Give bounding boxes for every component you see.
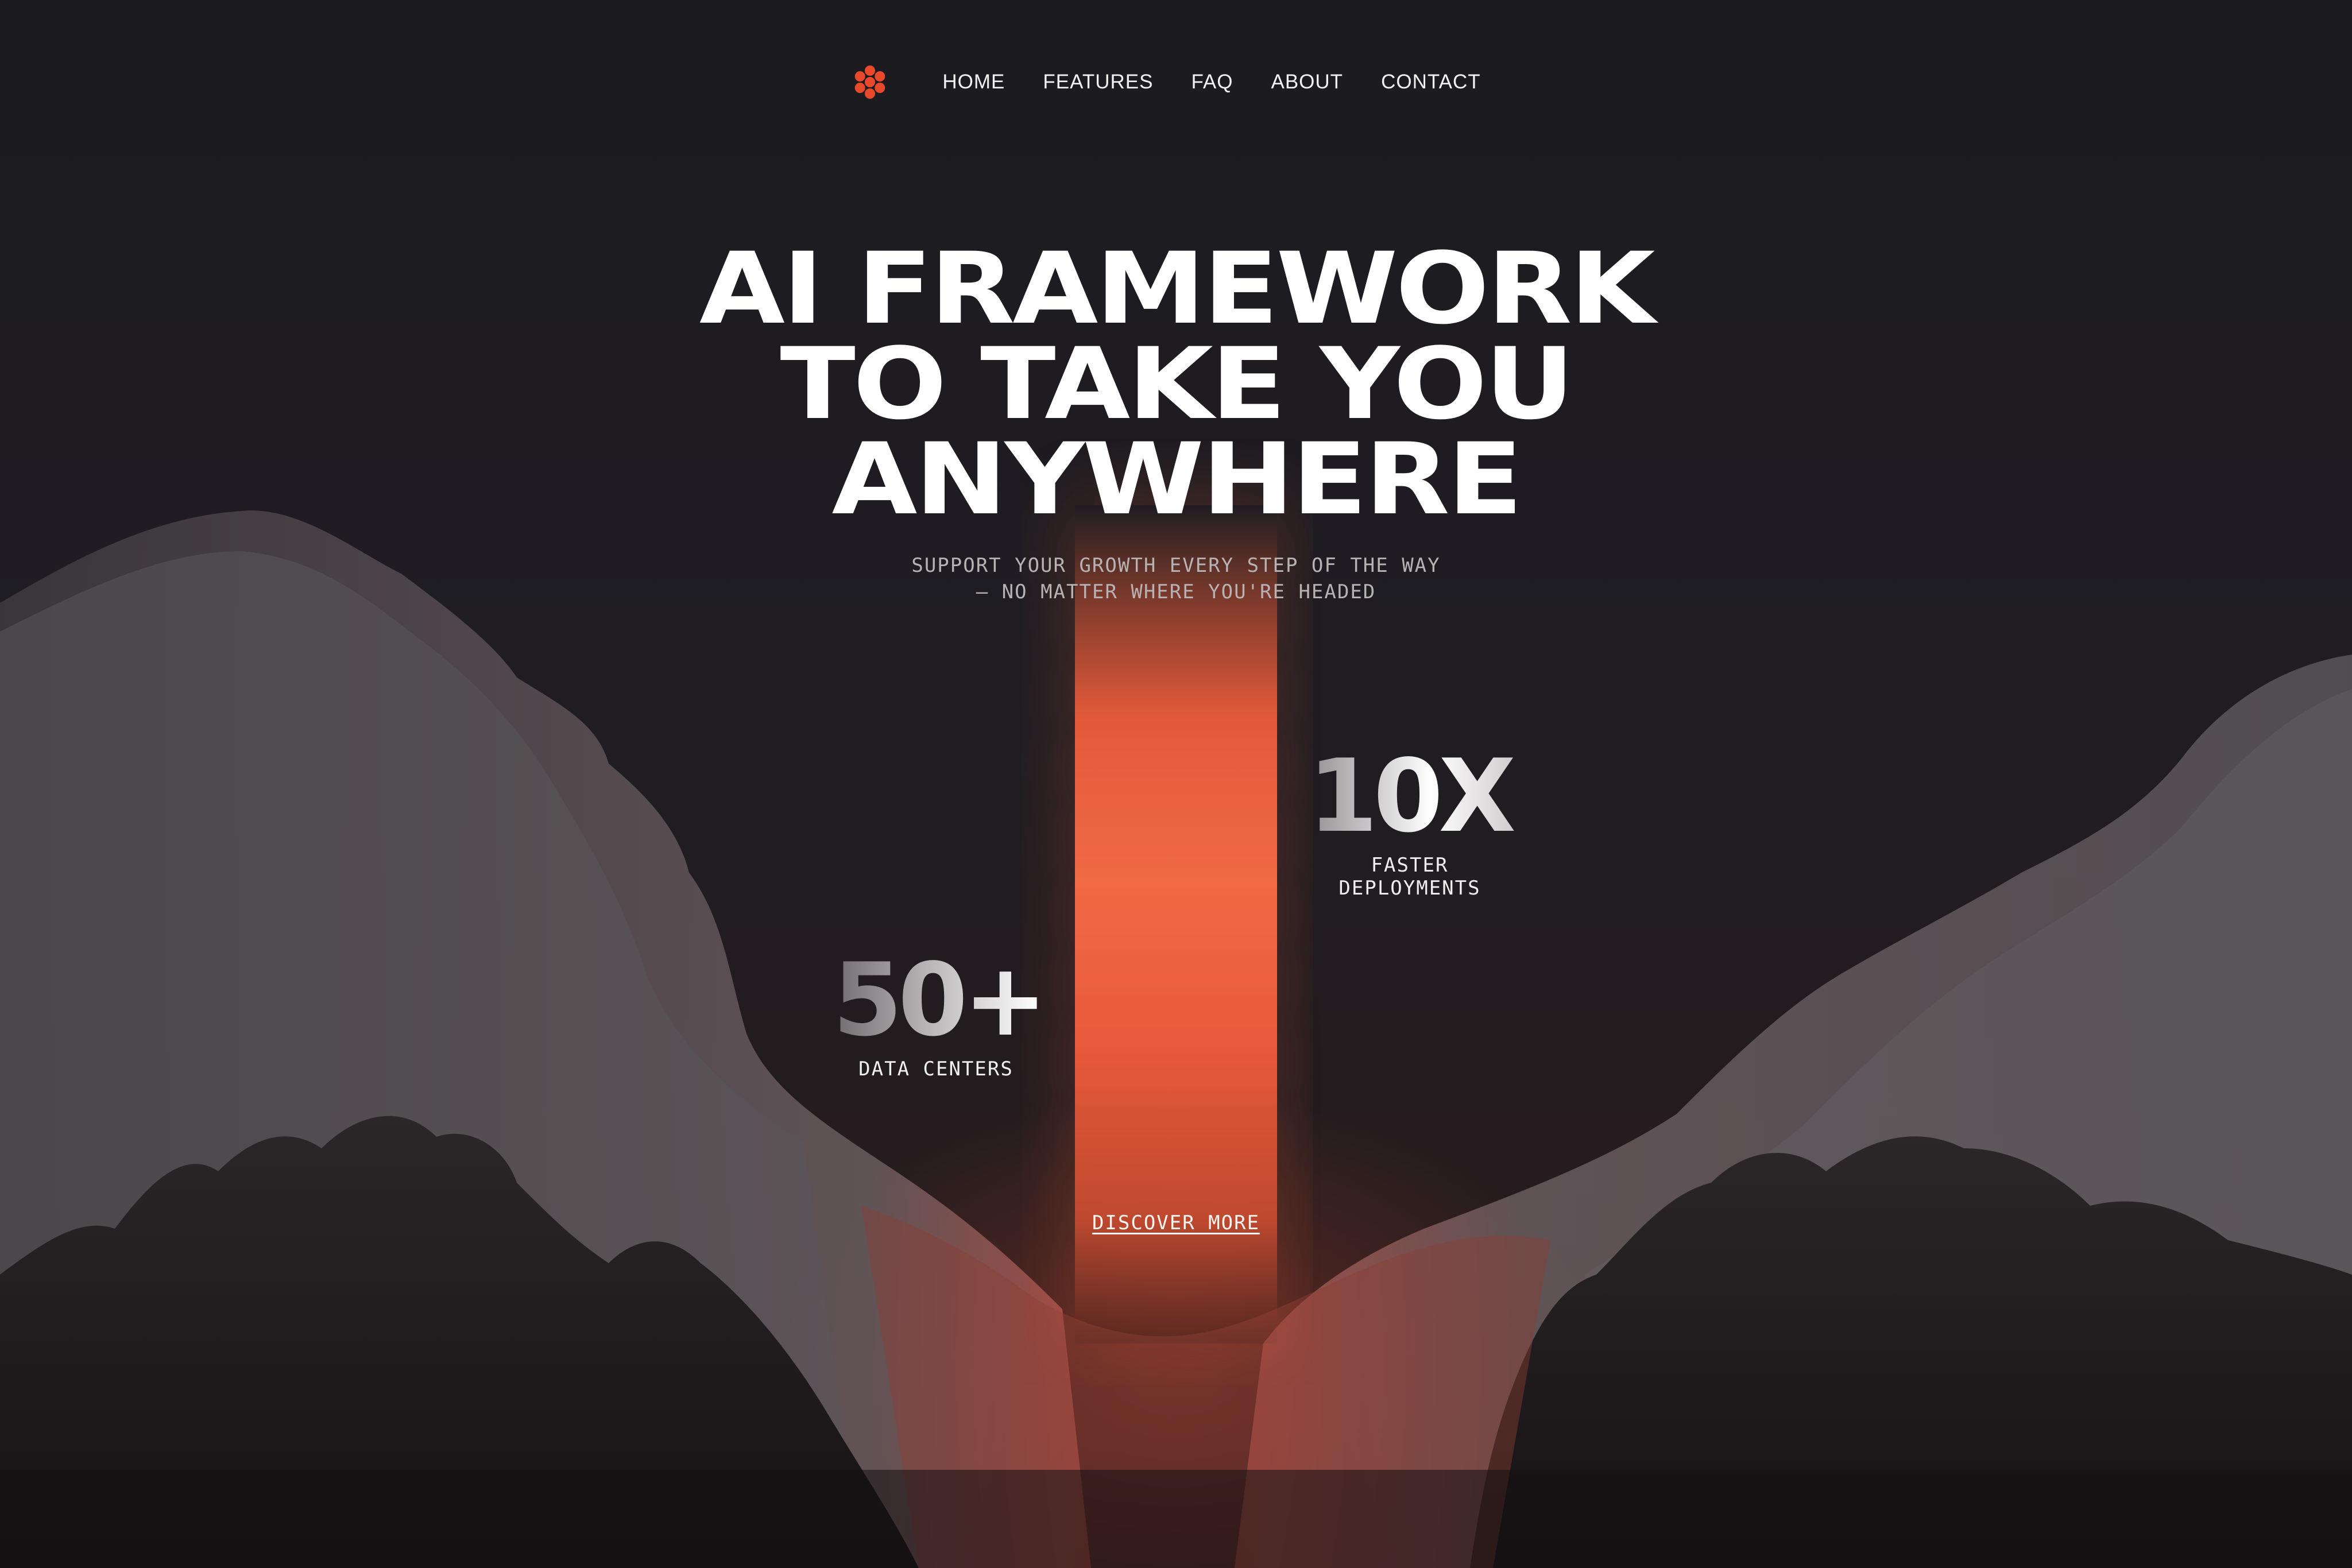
discover-more-container: DISCOVER MORE bbox=[0, 1211, 2352, 1234]
discover-more-link[interactable]: DISCOVER MORE bbox=[1092, 1211, 1260, 1234]
stat-value: 50+ bbox=[833, 942, 1047, 1059]
orange-flower-logo-icon[interactable] bbox=[852, 64, 888, 100]
landing-page: HOME FEATURES FAQ ABOUT CONTACT AI FRAME… bbox=[0, 0, 2352, 1568]
hero-title-line: TO TAKE YOU bbox=[780, 326, 1575, 442]
hero-title-line: AI FRAMEWORK bbox=[699, 231, 1655, 346]
nav-item-features[interactable]: FEATURES bbox=[1043, 71, 1153, 94]
stat-label: FASTER DEPLOYMENTS bbox=[1339, 854, 1481, 900]
hero-subtitle: SUPPORT YOUR GROWTH EVERY STEP OF THE WA… bbox=[0, 552, 2352, 605]
hero-subtitle-line: — NO MATTER WHERE YOU'RE HEADED bbox=[976, 580, 1376, 603]
nav-item-faq[interactable]: FAQ bbox=[1191, 71, 1233, 94]
stat-value: 10X bbox=[1303, 746, 1516, 847]
stat-data-centers: 50+ DATA CENTERS bbox=[833, 942, 1047, 1081]
stat-label: DATA CENTERS bbox=[858, 1058, 1013, 1081]
top-navigation: HOME FEATURES FAQ ABOUT CONTACT bbox=[0, 64, 2352, 100]
nav-item-contact[interactable]: CONTACT bbox=[1381, 71, 1481, 94]
nav-item-home[interactable]: HOME bbox=[942, 71, 1005, 94]
stat-faster-deployments: 10X FASTER DEPLOYMENTS bbox=[1303, 746, 1516, 900]
nav-item-about[interactable]: ABOUT bbox=[1271, 71, 1343, 94]
hero-subtitle-line: SUPPORT YOUR GROWTH EVERY STEP OF THE WA… bbox=[911, 554, 1441, 577]
hero-title: AI FRAMEWORK TO TAKE YOU ANYWHERE bbox=[0, 231, 2352, 537]
hero-title-line: ANYWHERE bbox=[831, 421, 1523, 537]
